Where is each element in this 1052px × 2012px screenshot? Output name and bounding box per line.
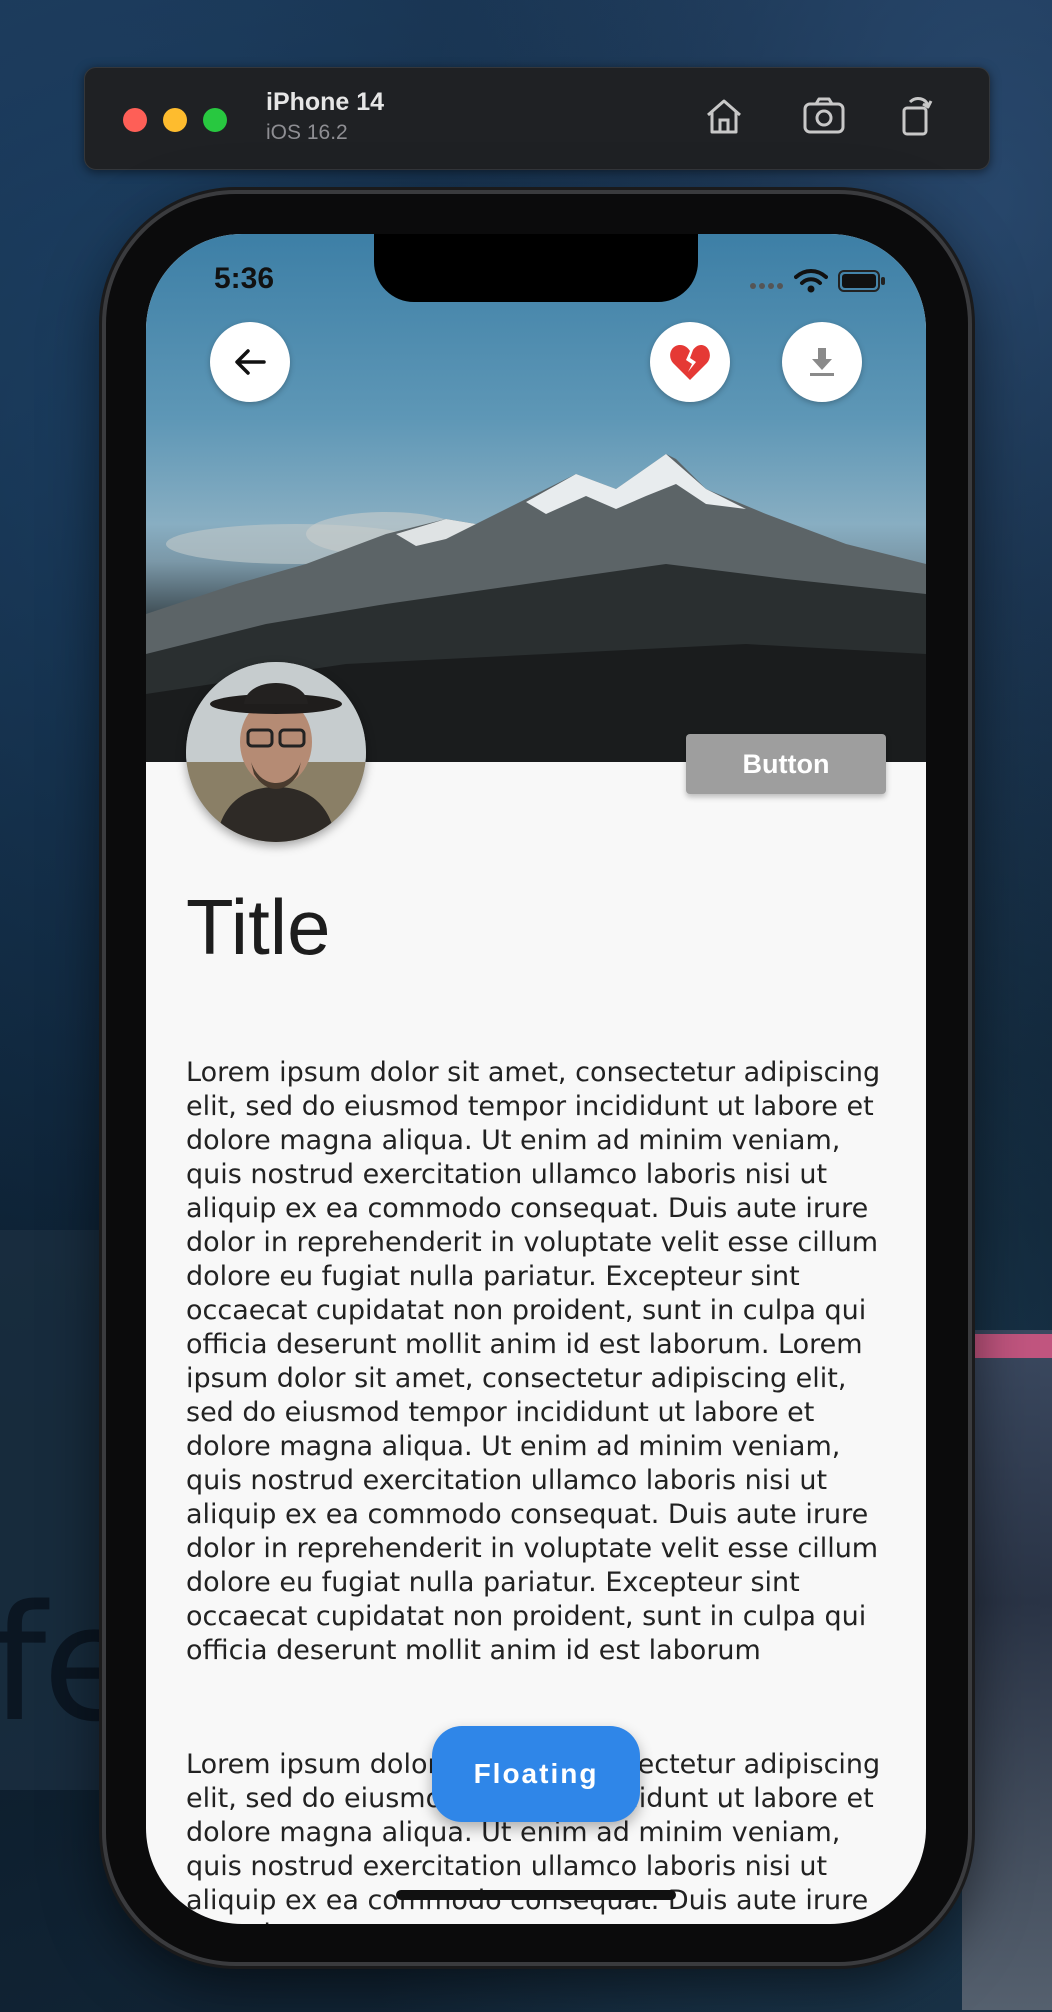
device-notch (374, 234, 698, 302)
device-name: iPhone 14 (266, 88, 385, 116)
floating-action-button[interactable]: Floating (432, 1726, 640, 1822)
rotate-icon[interactable] (892, 92, 940, 140)
home-indicator[interactable] (396, 1890, 676, 1900)
page-title: Title (186, 883, 331, 971)
wifi-icon (794, 269, 828, 293)
download-button[interactable] (782, 322, 862, 402)
device-os-version: iOS 16.2 (266, 121, 348, 144)
wallpaper-panel-right (962, 1330, 1052, 2010)
body-paragraph: Lorem ipsum dolor sit amet, consectetur … (186, 1057, 881, 1666)
signal-icon (750, 283, 783, 289)
home-icon[interactable] (700, 92, 748, 140)
minimize-window-button[interactable] (163, 108, 187, 132)
status-time: 5:36 (214, 262, 275, 295)
profile-avatar (186, 662, 366, 842)
battery-icon (838, 270, 885, 292)
zoom-window-button[interactable] (203, 108, 227, 132)
close-window-button[interactable] (123, 108, 147, 132)
avatar-photo (186, 662, 366, 842)
favorite-button[interactable] (650, 322, 730, 402)
action-button[interactable]: Button (686, 734, 886, 794)
screenshot-icon[interactable] (800, 92, 848, 140)
download-icon (810, 348, 834, 376)
arrow-left-icon (235, 349, 266, 375)
wallpaper-stripe (962, 1334, 1052, 1358)
back-button[interactable] (210, 322, 290, 402)
app-screen: 5:36 Button Title Lorem ipsum dolor sit … (146, 234, 926, 1924)
broken-heart-icon (670, 345, 710, 380)
